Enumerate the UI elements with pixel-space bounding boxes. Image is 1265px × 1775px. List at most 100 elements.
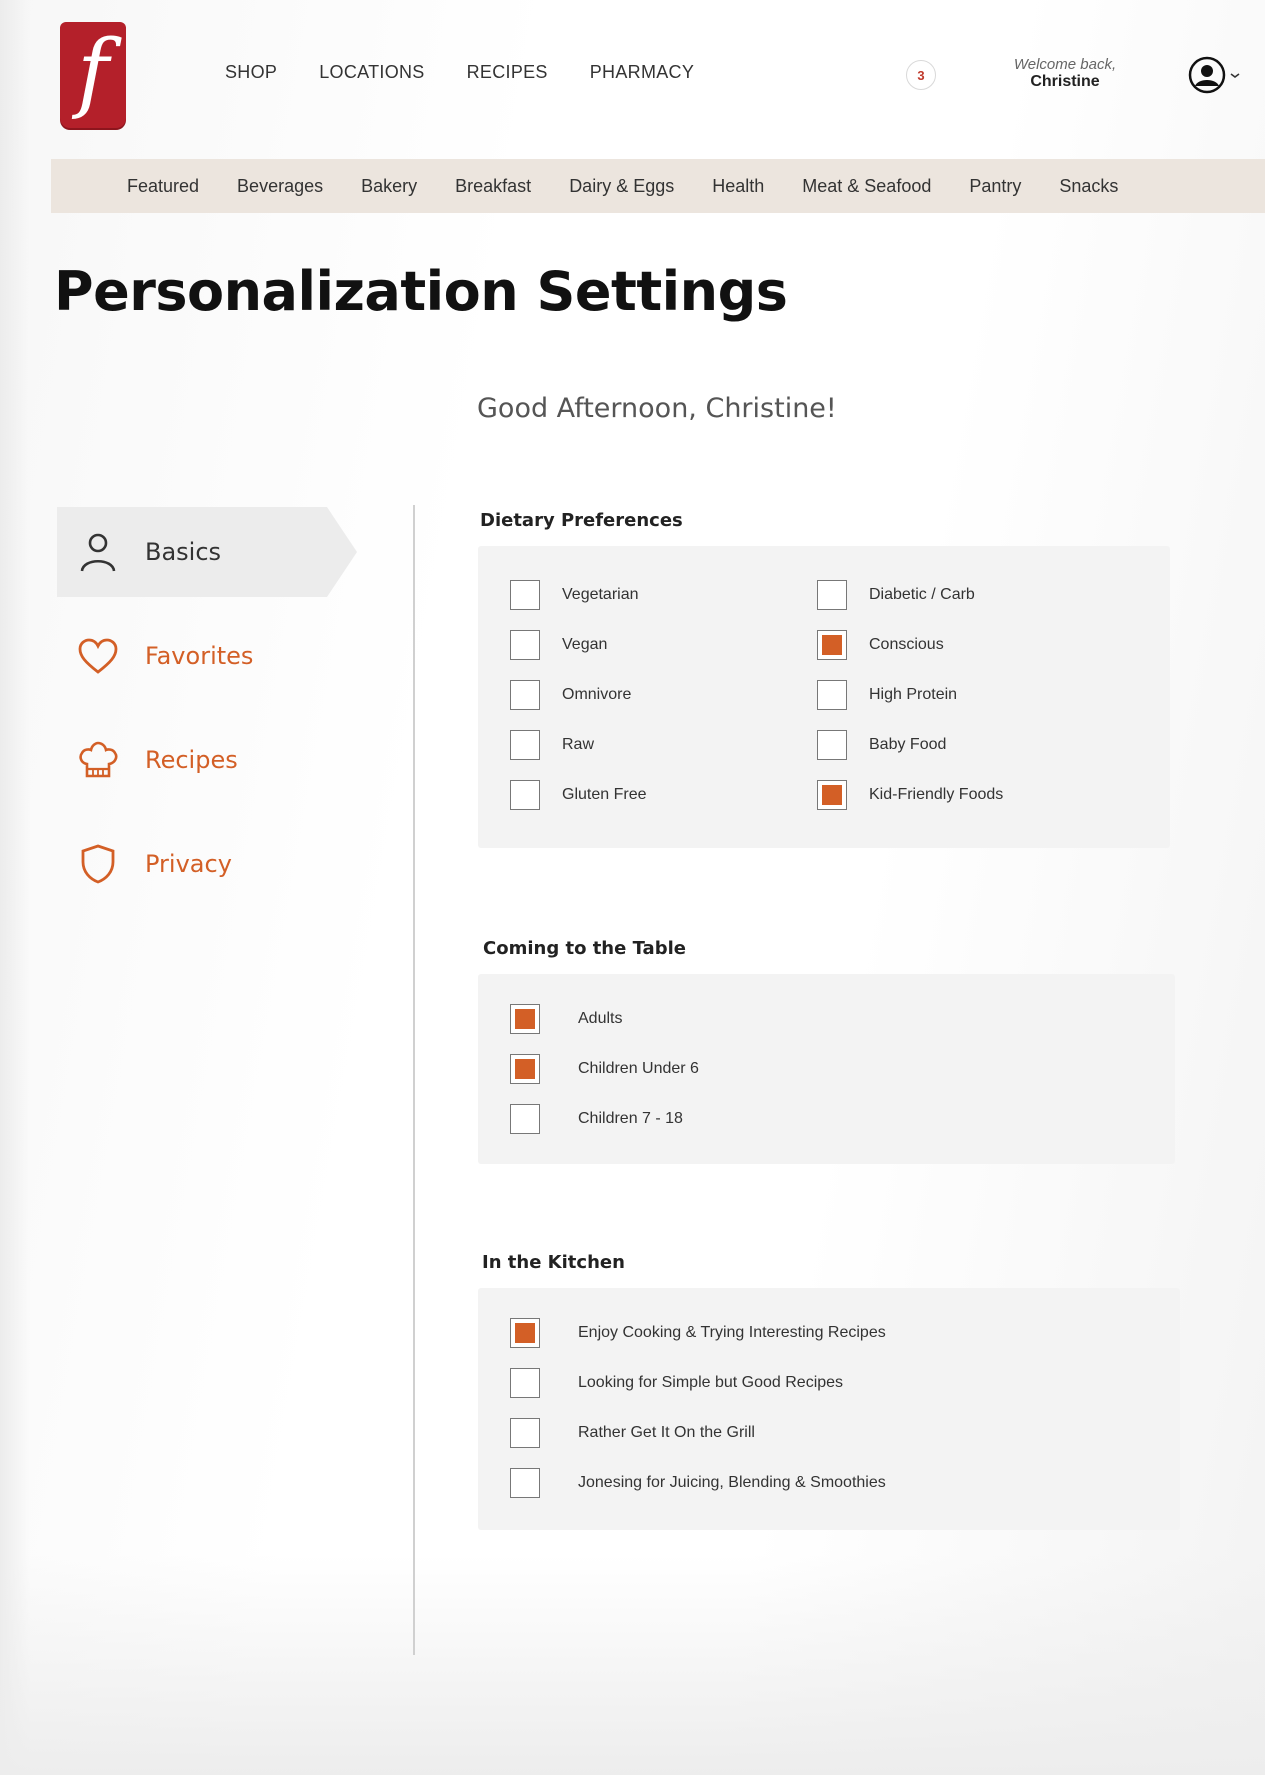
- checkbox[interactable]: [510, 1054, 540, 1084]
- cart-count: 3: [917, 67, 925, 83]
- checkbox[interactable]: [510, 630, 540, 660]
- option-label: Children 7 - 18: [578, 1110, 683, 1127]
- category-snacks[interactable]: Snacks: [1059, 176, 1118, 197]
- checkbox[interactable]: [510, 1104, 540, 1134]
- checkbox[interactable]: [817, 580, 847, 610]
- kitchen-panel: Enjoy Cooking & Trying Interesting Recip…: [478, 1288, 1180, 1530]
- option-label: Adults: [578, 1010, 623, 1027]
- section-title-dietary: Dietary Preferences: [480, 510, 683, 531]
- option-label: Children Under 6: [578, 1060, 699, 1077]
- account-avatar-icon: [1188, 56, 1226, 94]
- option-label: Kid-Friendly Foods: [869, 786, 1004, 803]
- option-adults[interactable]: Adults: [510, 1004, 622, 1034]
- category-health[interactable]: Health: [712, 176, 764, 197]
- section-title-kitchen: In the Kitchen: [482, 1252, 625, 1273]
- option-omnivore[interactable]: Omnivore: [510, 680, 631, 710]
- option-label: Vegetarian: [562, 586, 639, 603]
- option-label: Baby Food: [869, 736, 947, 753]
- chef-hat-icon: [75, 737, 121, 783]
- option-diabetic-carb[interactable]: Diabetic / Carb: [817, 580, 975, 610]
- option-label: Rather Get It On the Grill: [578, 1424, 755, 1441]
- page-title: Personalization Settings: [54, 260, 788, 323]
- shield-icon: [75, 841, 121, 887]
- option-enjoy-cooking[interactable]: Enjoy Cooking & Trying Interesting Recip…: [510, 1318, 886, 1348]
- option-label: Diabetic / Carb: [869, 586, 975, 603]
- welcome-block: Welcome back, Christine: [975, 56, 1155, 92]
- checkbox[interactable]: [510, 680, 540, 710]
- user-icon: [75, 529, 121, 575]
- sidebar-item-basics[interactable]: Basics: [57, 507, 357, 597]
- category-bakery[interactable]: Bakery: [361, 176, 417, 197]
- option-juicing[interactable]: Jonesing for Juicing, Blending & Smoothi…: [510, 1468, 886, 1498]
- welcome-text: Welcome back,: [1013, 56, 1117, 73]
- nav-recipes[interactable]: RECIPES: [467, 62, 548, 83]
- category-bar: Featured Beverages Bakery Breakfast Dair…: [51, 159, 1265, 213]
- option-conscious[interactable]: Conscious: [817, 630, 944, 660]
- sidebar-item-label: Recipes: [145, 746, 238, 774]
- user-name: Christine: [1030, 73, 1100, 91]
- option-children-under-6[interactable]: Children Under 6: [510, 1054, 699, 1084]
- section-title-table: Coming to the Table: [483, 938, 686, 959]
- table-panel: Adults Children Under 6 Children 7 - 18: [478, 974, 1175, 1164]
- option-label: Jonesing for Juicing, Blending & Smoothi…: [578, 1474, 886, 1491]
- sidebar-item-privacy[interactable]: Privacy: [57, 819, 327, 909]
- option-label: Omnivore: [562, 686, 632, 703]
- option-label: High Protein: [869, 686, 958, 703]
- category-featured[interactable]: Featured: [127, 176, 199, 197]
- option-label: Enjoy Cooking & Trying Interesting Recip…: [578, 1324, 886, 1341]
- nav-pharmacy[interactable]: PHARMACY: [590, 62, 694, 83]
- checkbox[interactable]: [510, 730, 540, 760]
- sidebar-item-label: Basics: [145, 538, 222, 566]
- option-label: Vegan: [562, 636, 608, 653]
- store-logo[interactable]: f: [60, 22, 126, 128]
- option-label: Raw: [562, 736, 595, 753]
- option-gluten-free[interactable]: Gluten Free: [510, 780, 646, 810]
- checkbox[interactable]: [510, 1468, 540, 1498]
- page-edge-shadow: [0, 0, 30, 1775]
- category-pantry[interactable]: Pantry: [969, 176, 1021, 197]
- option-high-protein[interactable]: High Protein: [817, 680, 957, 710]
- category-dairy-eggs[interactable]: Dairy & Eggs: [569, 176, 674, 197]
- sidebar-item-label: Privacy: [145, 850, 232, 878]
- option-label: Gluten Free: [562, 786, 647, 803]
- page-bottom-fade: [0, 1555, 1265, 1775]
- dietary-panel: Vegetarian Vegan Omnivore Raw Gluten Fre…: [478, 546, 1170, 848]
- sidebar-divider: [413, 505, 415, 1655]
- option-simple-recipes[interactable]: Looking for Simple but Good Recipes: [510, 1368, 843, 1398]
- option-kid-friendly[interactable]: Kid-Friendly Foods: [817, 780, 1003, 810]
- option-vegetarian[interactable]: Vegetarian: [510, 580, 639, 610]
- sidebar-item-favorites[interactable]: Favorites: [57, 611, 327, 701]
- checkbox[interactable]: [510, 1418, 540, 1448]
- option-vegan[interactable]: Vegan: [510, 630, 607, 660]
- nav-shop[interactable]: SHOP: [225, 62, 277, 83]
- option-grill[interactable]: Rather Get It On the Grill: [510, 1418, 755, 1448]
- sidebar-item-label: Favorites: [145, 642, 254, 670]
- option-raw[interactable]: Raw: [510, 730, 594, 760]
- top-nav: SHOP LOCATIONS RECIPES PHARMACY: [225, 62, 694, 83]
- category-beverages[interactable]: Beverages: [237, 176, 323, 197]
- checkbox[interactable]: [510, 1318, 540, 1348]
- option-children-7-18[interactable]: Children 7 - 18: [510, 1104, 683, 1134]
- account-menu[interactable]: [1188, 56, 1240, 94]
- chevron-down-icon: [1230, 73, 1240, 78]
- option-baby-food[interactable]: Baby Food: [817, 730, 946, 760]
- category-breakfast[interactable]: Breakfast: [455, 176, 531, 197]
- checkbox[interactable]: [510, 580, 540, 610]
- checkbox[interactable]: [817, 780, 847, 810]
- checkbox[interactable]: [817, 680, 847, 710]
- sidebar-item-recipes[interactable]: Recipes: [57, 715, 327, 805]
- checkbox[interactable]: [510, 780, 540, 810]
- logo-letter: f: [77, 22, 109, 122]
- cart-count-badge[interactable]: 3: [906, 60, 936, 90]
- category-meat-seafood[interactable]: Meat & Seafood: [802, 176, 931, 197]
- option-label: Conscious: [869, 636, 944, 653]
- greeting: Good Afternoon, Christine!: [477, 393, 837, 424]
- option-label: Looking for Simple but Good Recipes: [578, 1374, 844, 1391]
- heart-icon: [75, 633, 121, 679]
- nav-locations[interactable]: LOCATIONS: [319, 62, 424, 83]
- checkbox[interactable]: [510, 1368, 540, 1398]
- settings-sidebar: Basics Favorites Recipes Privacy: [57, 507, 357, 923]
- checkbox[interactable]: [510, 1004, 540, 1034]
- checkbox[interactable]: [817, 730, 847, 760]
- checkbox[interactable]: [817, 630, 847, 660]
